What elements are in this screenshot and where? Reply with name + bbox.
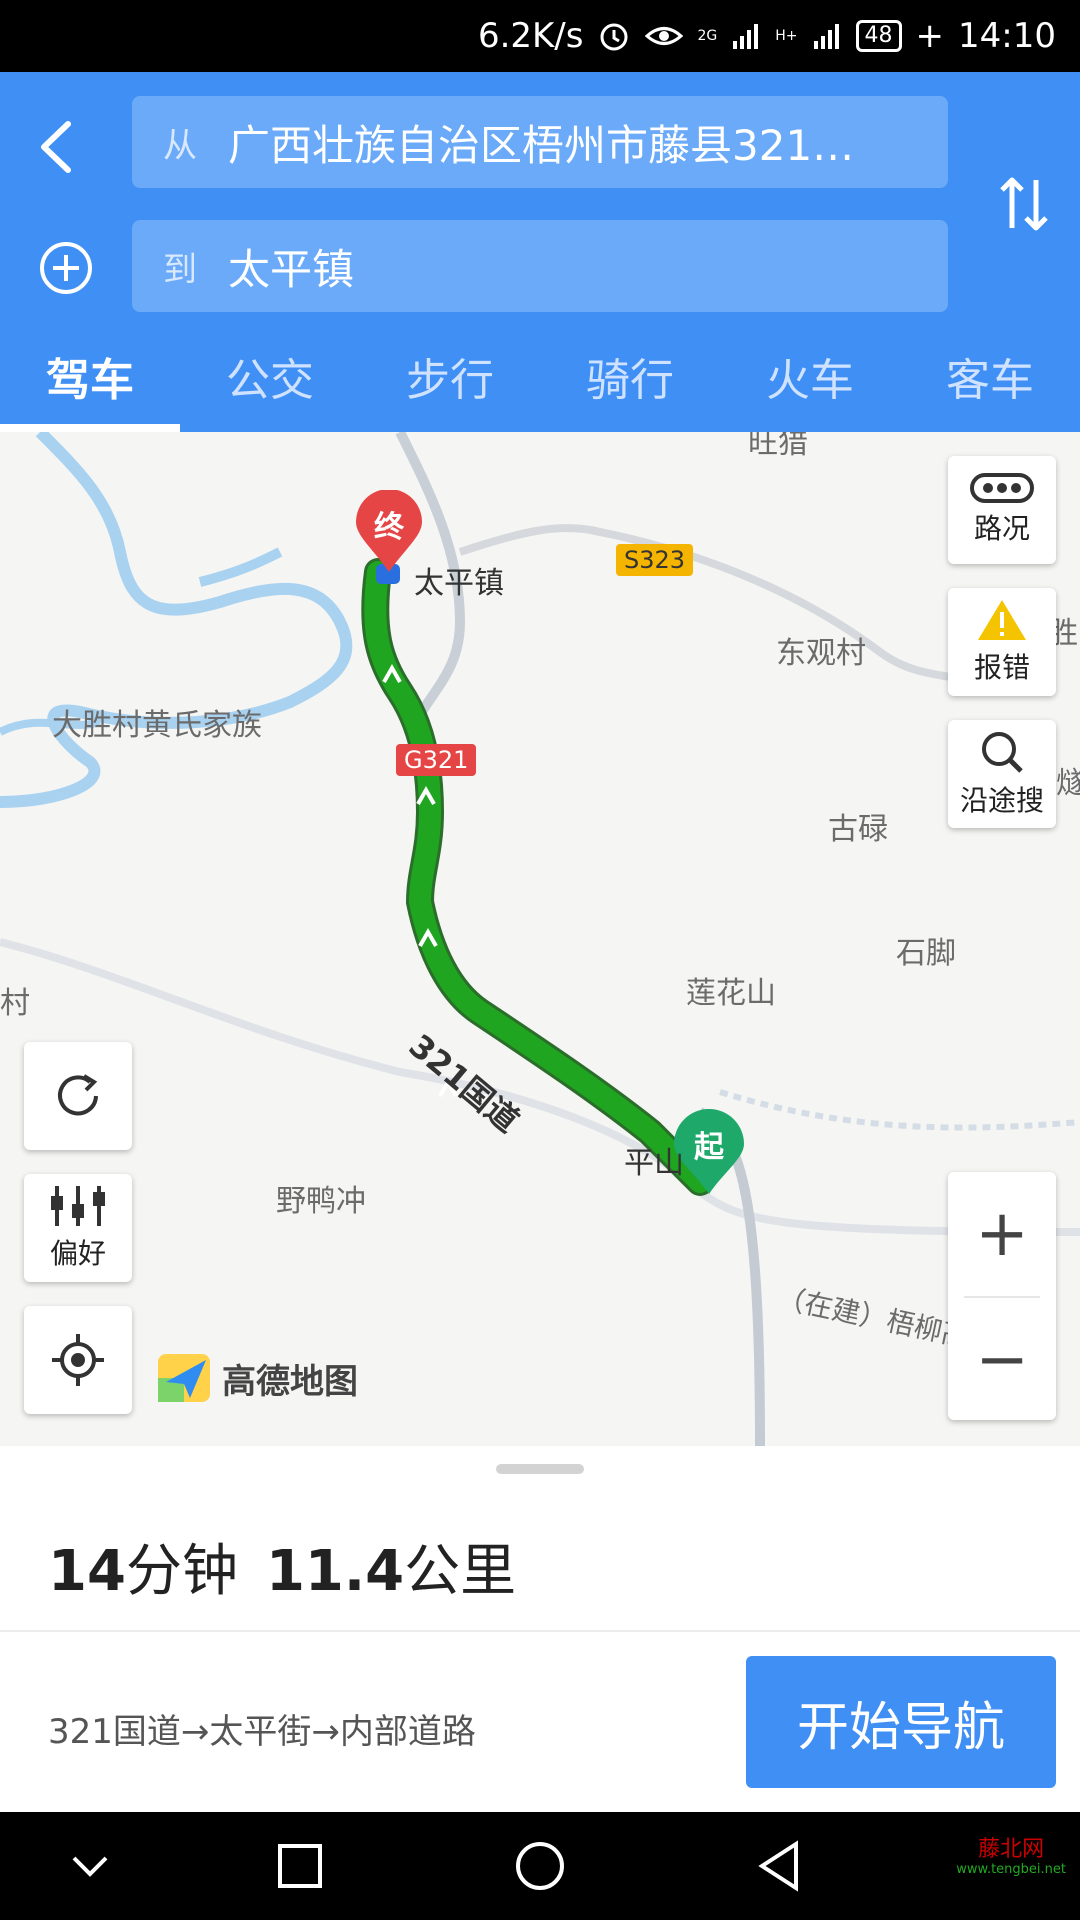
amap-logo: 高德地图 (156, 1352, 358, 1404)
badge-s323: S323 (616, 544, 694, 576)
tab-coach[interactable]: 客车 (900, 342, 1080, 432)
search-along-button[interactable]: 沿途搜 (948, 720, 1056, 828)
traffic-label: 路况 (973, 512, 1030, 545)
circle-icon (516, 1842, 564, 1890)
back-nav-button[interactable] (750, 1838, 810, 1894)
charging-icon: + (915, 16, 945, 56)
search-icon (982, 732, 1023, 773)
map-view[interactable]: 终 起 旺猎 太平镇 东观村 胜 大胜村黄氏家族 燧 古碌 石脚 莲花山 村 野… (0, 432, 1080, 1446)
river-branch (198, 547, 283, 587)
triangle-back-icon (758, 1840, 798, 1892)
status-bar: 6.2K/s 2G H+ 48 + 14:10 (0, 0, 1080, 72)
map-label-taiping: 太平镇 (414, 566, 504, 601)
preference-label: 偏好 (49, 1237, 106, 1270)
badge-g321: G321 (396, 744, 477, 776)
zoom-control: + − (948, 1172, 1056, 1420)
back-button[interactable] (28, 112, 88, 182)
map-label-shijiao: 石脚 (896, 936, 956, 971)
system-nav-bar (0, 1812, 1080, 1920)
tab-bus[interactable]: 公交 (180, 342, 360, 432)
map-label-cun: 村 (0, 986, 30, 1021)
distance: 11.4公里 (265, 1539, 517, 1604)
destination-prefix: 到 (163, 249, 197, 290)
transport-tabs: 驾车 公交 步行 骑行 火车 客车 (0, 342, 1080, 432)
map-label-yeyachong: 野鸭冲 (276, 1184, 366, 1219)
battery-icon: 48 (855, 20, 902, 52)
hide-nav-button[interactable] (60, 1838, 120, 1894)
expressway-line (719, 1089, 1080, 1131)
amap-logo-text: 高德地图 (222, 1361, 358, 1402)
chevron-down-icon (72, 1856, 108, 1877)
map-label-lianhua: 莲花山 (686, 976, 776, 1011)
destination-value: 太平镇 (228, 244, 355, 294)
signal-h-icon: H+ (775, 28, 798, 44)
network-speed: 6.2K/s (477, 16, 584, 56)
clock: 14:10 (958, 16, 1056, 56)
plus-circle-icon (40, 242, 92, 294)
swap-route-button[interactable] (998, 172, 1050, 236)
chevron-left-icon (41, 121, 71, 173)
signal-2g-icon: 2G (697, 28, 718, 44)
map-label-dongguan: 东观村 (776, 636, 866, 671)
add-waypoint-button[interactable] (36, 238, 96, 298)
sliders-icon (51, 1186, 105, 1226)
road-s323 (458, 524, 1022, 696)
search-along-label: 沿途搜 (959, 784, 1044, 817)
tab-train[interactable]: 火车 (720, 342, 900, 432)
route-header: 从 广西壮族自治区梧州市藤县321… 到 太平镇 驾车 公交 步行 骑行 火车 … (0, 72, 1080, 432)
origin-field[interactable]: 从 广西壮族自治区梧州市藤县321… (132, 96, 948, 188)
refresh-button[interactable] (24, 1042, 132, 1150)
preference-button[interactable]: 偏好 (24, 1174, 132, 1282)
swap-icon (1000, 177, 1048, 231)
map-label-yan: 燧 (1056, 766, 1080, 801)
locate-button[interactable] (24, 1306, 132, 1414)
warning-icon (978, 600, 1026, 640)
start-navigation-button[interactable]: 开始导航 (746, 1656, 1056, 1788)
zoom-in-button[interactable]: + (948, 1172, 1056, 1296)
duration: 14分钟 (48, 1539, 238, 1604)
watermark: 藤北网 www.tengbei.net (956, 1837, 1066, 1878)
origin-prefix: 从 (163, 125, 197, 166)
home-button[interactable] (510, 1838, 570, 1894)
map-label-dasheng: 大胜村黄氏家族 (52, 708, 262, 743)
signal-bars-icon (731, 21, 761, 51)
map-label-wangcuo: 旺猎 (748, 432, 808, 461)
route-via: 321国道→太平街→内部道路 (48, 1712, 476, 1752)
refresh-icon (58, 1074, 98, 1116)
report-error-button[interactable]: 报错 (948, 588, 1056, 696)
locate-icon (52, 1334, 104, 1386)
destination-field[interactable]: 到 太平镇 (132, 220, 948, 312)
map-label-ping: 平山 (624, 1146, 684, 1181)
recents-button[interactable] (270, 1838, 330, 1894)
route-line (364, 561, 711, 1193)
road-east (0, 938, 1080, 1236)
tab-walk[interactable]: 步行 (360, 342, 540, 432)
river (0, 432, 353, 808)
zoom-out-button[interactable]: − (948, 1298, 1056, 1422)
report-error-label: 报错 (973, 651, 1030, 684)
route-summary-sheet: 14分钟 11.4公里 321国道→太平街→内部道路 开始导航 (0, 1446, 1080, 1812)
tab-drive[interactable]: 驾车 (0, 342, 180, 432)
traffic-button[interactable]: 路况 (948, 456, 1056, 564)
route-summary: 14分钟 11.4公里 (48, 1526, 516, 1607)
origin-value: 广西壮族自治区梧州市藤县321… (228, 120, 855, 170)
end-marker-label: 终 (374, 510, 404, 545)
square-icon (278, 1844, 322, 1888)
amap-logo-icon (158, 1354, 210, 1402)
eye-icon (645, 21, 684, 51)
summary-divider (0, 1630, 1080, 1632)
tab-ride[interactable]: 骑行 (540, 342, 720, 432)
sheet-handle[interactable] (496, 1464, 584, 1474)
traffic-icon (970, 473, 1034, 503)
alarm-icon (597, 19, 631, 53)
signal-bars-2-icon (812, 21, 842, 51)
map-label-gulu: 古碌 (828, 812, 888, 847)
